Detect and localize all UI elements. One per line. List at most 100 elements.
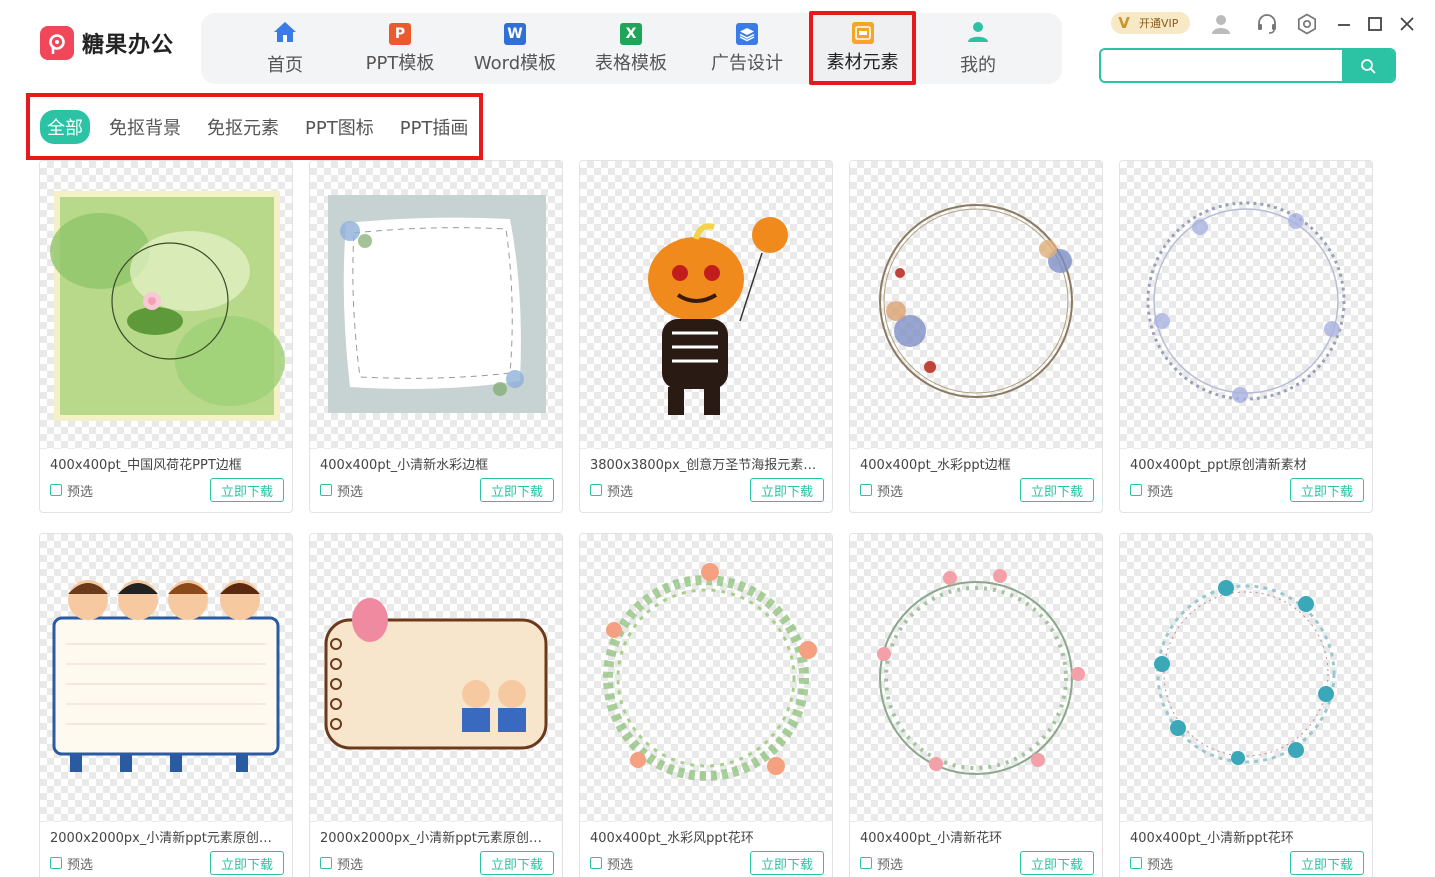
preview-checkbox[interactable]: 预选 (590, 481, 633, 500)
checkbox-icon (1130, 857, 1142, 869)
card-thumbnail[interactable] (40, 534, 292, 822)
card-thumbnail[interactable] (310, 161, 562, 449)
search-bar (1099, 48, 1396, 83)
material-card[interactable]: 3800x3800px_创意万圣节海报元素… 预选 立即下载 (579, 160, 833, 513)
nav-excel-label: 表格模板 (595, 52, 667, 74)
material-card[interactable]: 400x400pt_中国风荷花PPT边框 预选 立即下载 (39, 160, 293, 513)
app-window: 糖果办公 首页 P PPT模板 W Word模板 X 表格模板 广告设计 素材元… (0, 0, 1435, 877)
card-footer: 预选 立即下载 (320, 851, 554, 875)
material-card[interactable]: 2000x2000px_小清新ppt元素原创… 预选 立即下载 (309, 533, 563, 877)
logo-text: 糖果办公 (82, 33, 175, 58)
preview-label: 预选 (1147, 484, 1174, 500)
preview-checkbox[interactable]: 预选 (1130, 481, 1173, 500)
card-thumbnail[interactable] (580, 161, 832, 449)
pumpkin-skeleton-image (648, 217, 788, 415)
checkbox-icon (590, 857, 602, 869)
nav-mine[interactable]: 我的 (922, 13, 1034, 84)
card-thumbnail[interactable] (310, 534, 562, 822)
teal-wreath-image (1154, 580, 1336, 765)
nav-excel-templates[interactable]: X 表格模板 (575, 13, 687, 84)
card-thumbnail[interactable] (850, 161, 1102, 449)
download-button[interactable]: 立即下载 (480, 851, 554, 875)
download-button[interactable]: 立即下载 (1020, 851, 1094, 875)
layers-icon (736, 22, 758, 45)
headset-icon[interactable] (1255, 12, 1279, 36)
download-button[interactable]: 立即下载 (1020, 478, 1094, 502)
category-tabs: 全部 免抠背景 免抠元素 PPT图标 PPT插画 (26, 93, 483, 160)
avatar-icon[interactable] (1209, 12, 1233, 36)
preview-label: 预选 (337, 484, 364, 500)
maximize-icon[interactable] (1363, 12, 1387, 36)
preview-checkbox[interactable]: 预选 (860, 481, 903, 500)
nav-ppt-templates[interactable]: P PPT模板 (344, 13, 456, 84)
vip-crown-icon: V (1118, 14, 1130, 32)
card-title: 400x400pt_水彩ppt边框 (860, 458, 1011, 473)
download-button[interactable]: 立即下载 (750, 851, 824, 875)
preview-label: 预选 (607, 857, 634, 873)
material-card[interactable]: 400x400pt_ppt原创清新素材 预选 立即下载 (1119, 160, 1373, 513)
tab-ppt-icons[interactable]: PPT图标 (298, 110, 381, 144)
tab-cutout-backgrounds[interactable]: 免抠背景 (102, 110, 188, 144)
download-button[interactable]: 立即下载 (750, 478, 824, 502)
home-icon (273, 21, 297, 47)
material-card[interactable]: 400x400pt_小清新花环 预选 立即下载 (849, 533, 1103, 877)
nav-materials[interactable]: 素材元素 (809, 11, 916, 85)
preview-checkbox[interactable]: 预选 (320, 854, 363, 873)
checkbox-icon (320, 857, 332, 869)
tab-all[interactable]: 全部 (40, 109, 90, 144)
preview-checkbox[interactable]: 预选 (50, 854, 93, 873)
preview-checkbox[interactable]: 预选 (320, 481, 363, 500)
material-card[interactable]: 400x400pt_小清新水彩边框 预选 立即下载 (309, 160, 563, 513)
close-icon[interactable] (1395, 12, 1419, 36)
tab-cutout-elements[interactable]: 免抠元素 (200, 110, 286, 144)
search-button[interactable] (1342, 50, 1394, 81)
nav-home-label: 首页 (267, 54, 303, 76)
nav-home[interactable]: 首页 (229, 13, 341, 84)
material-card[interactable]: 400x400pt_水彩ppt边框 预选 立即下载 (849, 160, 1103, 513)
material-card[interactable]: 400x400pt_小清新ppt花环 预选 立即下载 (1119, 533, 1373, 877)
word-icon: W (504, 22, 526, 45)
settings-icon[interactable] (1295, 12, 1319, 36)
preview-checkbox[interactable]: 预选 (590, 854, 633, 873)
download-button[interactable]: 立即下载 (1290, 478, 1364, 502)
checkbox-icon (50, 857, 62, 869)
notebook-kids-image (324, 598, 548, 750)
vip-badge[interactable]: V 开通VIP (1111, 12, 1190, 34)
card-footer: 预选 立即下载 (860, 478, 1094, 502)
card-thumbnail[interactable] (40, 161, 292, 449)
preview-checkbox[interactable]: 预选 (860, 854, 903, 873)
download-button[interactable]: 立即下载 (210, 478, 284, 502)
card-thumbnail[interactable] (580, 534, 832, 822)
user-icon (966, 21, 990, 47)
preview-checkbox[interactable]: 预选 (1130, 854, 1173, 873)
card-footer: 预选 立即下载 (590, 478, 824, 502)
download-button[interactable]: 立即下载 (480, 478, 554, 502)
preview-label: 预选 (1147, 857, 1174, 873)
card-thumbnail[interactable] (850, 534, 1102, 822)
card-thumbnail[interactable] (1120, 161, 1372, 449)
watercolor-wreath-image (879, 204, 1073, 398)
nav-ad-design[interactable]: 广告设计 (691, 13, 803, 84)
card-footer: 预选 立即下载 (50, 851, 284, 875)
preview-checkbox[interactable]: 预选 (50, 481, 93, 500)
card-title: 400x400pt_中国风荷花PPT边框 (50, 458, 242, 473)
material-card[interactable]: 400x400pt_水彩风ppt花环 预选 立即下载 (579, 533, 833, 877)
minimize-icon[interactable] (1332, 12, 1356, 36)
search-input[interactable] (1101, 50, 1342, 81)
checkbox-icon (590, 484, 602, 496)
card-title: 400x400pt_小清新ppt花环 (1130, 831, 1294, 846)
material-card[interactable]: 2000x2000px_小清新ppt元素原创… 预选 立即下载 (39, 533, 293, 877)
preview-label: 预选 (337, 857, 364, 873)
card-footer: 预选 立即下载 (1130, 478, 1364, 502)
card-footer: 预选 立即下载 (50, 478, 284, 502)
nav-materials-label: 素材元素 (826, 52, 899, 73)
nav-word-templates[interactable]: W Word模板 (459, 13, 571, 84)
card-title: 2000x2000px_小清新ppt元素原创… (320, 831, 542, 846)
app-logo[interactable]: 糖果办公 (40, 26, 174, 60)
card-footer: 预选 立即下载 (320, 478, 554, 502)
tab-ppt-illustrations[interactable]: PPT插画 (393, 110, 476, 144)
card-title: 400x400pt_小清新花环 (860, 831, 1003, 846)
card-thumbnail[interactable] (1120, 534, 1372, 822)
download-button[interactable]: 立即下载 (1290, 851, 1364, 875)
download-button[interactable]: 立即下载 (210, 851, 284, 875)
